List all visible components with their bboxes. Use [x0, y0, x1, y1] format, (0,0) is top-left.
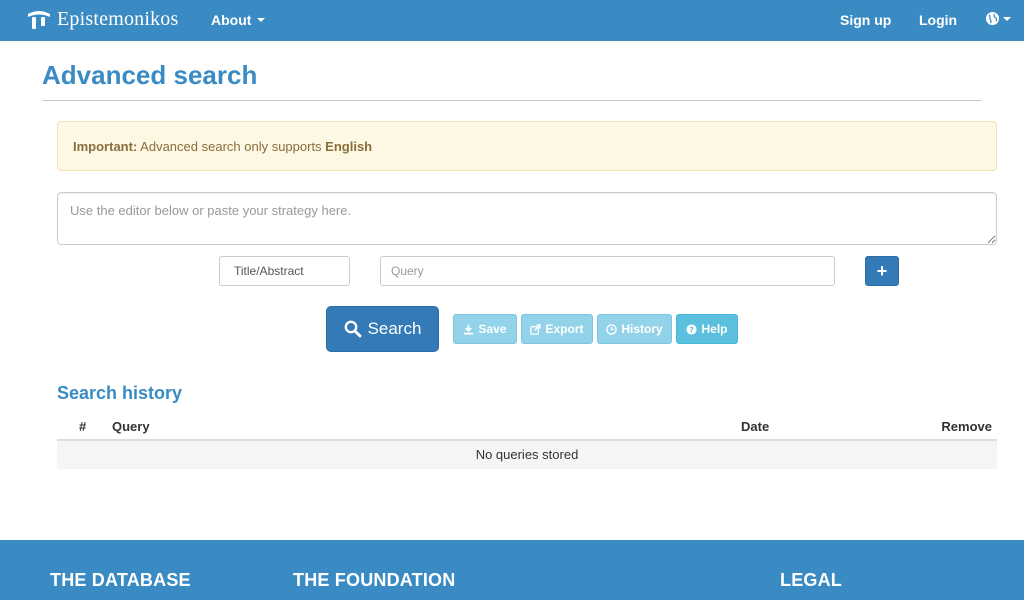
epistemonikos-logo-icon	[28, 10, 50, 29]
search-button-label: Search	[367, 319, 422, 338]
svg-text:?: ?	[690, 325, 695, 334]
caret-down-icon	[257, 18, 266, 22]
save-button[interactable]: Save	[453, 314, 517, 344]
table-header: # Query Date Remove	[57, 413, 997, 441]
page-title: Advanced search	[42, 60, 258, 90]
help-button-label: Help	[701, 322, 728, 336]
nav-about-dropdown[interactable]: About	[211, 12, 266, 28]
site-footer: THE DATABASE THE FOUNDATION LEGAL	[0, 540, 1024, 600]
plus-icon: +	[876, 260, 888, 281]
column-header-number: #	[79, 419, 87, 434]
column-header-query: Query	[112, 419, 150, 434]
strategy-textarea[interactable]	[57, 192, 997, 245]
save-button-label: Save	[478, 322, 507, 336]
alert-strong: Important:	[73, 139, 138, 154]
history-button-label: History	[621, 322, 663, 336]
download-icon	[464, 324, 474, 335]
globe-icon	[985, 11, 1000, 26]
footer-heading-legal: LEGAL	[780, 570, 842, 590]
empty-history-row: No queries stored	[57, 441, 997, 469]
footer-heading-foundation: THE FOUNDATION	[293, 570, 456, 590]
alert-language: English	[325, 139, 373, 154]
language-warning-alert: Important: Advanced search only supports…	[57, 121, 997, 171]
clock-icon	[606, 323, 618, 335]
language-dropdown[interactable]	[985, 11, 1011, 26]
footer-heading-database: THE DATABASE	[50, 570, 191, 590]
caret-down-icon	[1003, 16, 1011, 21]
add-query-row-button[interactable]: +	[865, 256, 899, 286]
search-history-table: # Query Date Remove No queries stored	[57, 413, 997, 469]
search-history-title: Search history	[57, 383, 183, 403]
export-button[interactable]: Export	[521, 314, 593, 344]
field-select[interactable]: Title/Abstract	[219, 256, 350, 286]
help-button[interactable]: ? Help	[676, 314, 738, 344]
column-header-date: Date	[741, 419, 770, 434]
history-button[interactable]: History	[597, 314, 672, 344]
top-navbar: Epistemonikos About Sign up Login	[0, 0, 1024, 41]
brand-name: Epistemonikos	[57, 8, 179, 30]
search-icon	[344, 320, 361, 338]
question-circle-icon: ?	[686, 323, 698, 335]
column-header-remove: Remove	[941, 419, 992, 434]
search-button[interactable]: Search	[326, 306, 439, 352]
brand-link[interactable]: Epistemonikos	[26, 8, 179, 31]
nav-signup-link[interactable]: Sign up	[840, 12, 891, 28]
alert-text: Advanced search only supports	[137, 139, 326, 154]
export-button-label: Export	[545, 322, 584, 336]
query-input[interactable]	[380, 256, 835, 286]
nav-about-label: About	[211, 12, 252, 28]
share-icon	[530, 323, 542, 335]
nav-login-link[interactable]: Login	[919, 12, 957, 28]
title-divider	[42, 100, 982, 101]
